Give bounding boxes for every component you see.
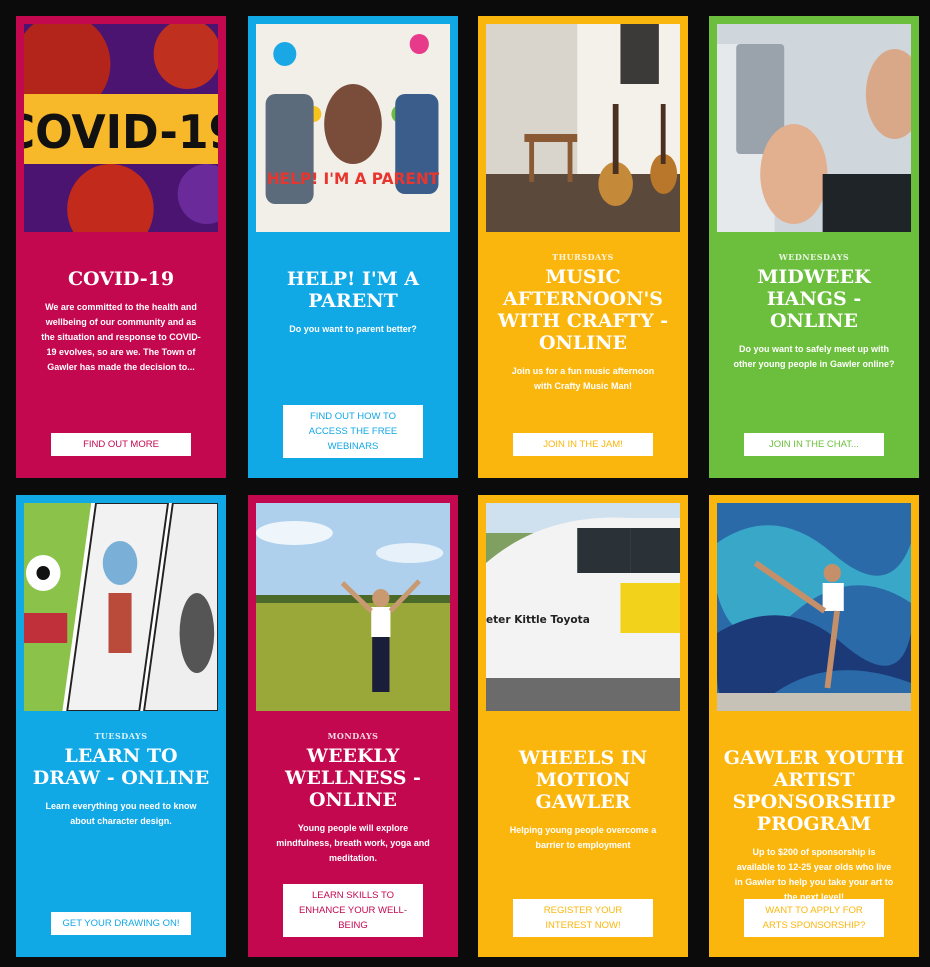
help-parent-image[interactable]: HELP! I'M A PARENT (256, 24, 450, 232)
card-description: Young people will explore mindfulness, b… (276, 823, 430, 863)
card-description: Helping young people overcome a barrier … (509, 825, 657, 850)
apply-arts-sponsorship-button[interactable]: WANT TO APPLY FOR ARTS SPONSORSHIP? (744, 899, 884, 937)
card-title: WHEELS IN MOTION GAWLER (518, 747, 648, 813)
tablet-user-image[interactable] (717, 24, 911, 232)
register-interest-button[interactable]: REGISTER YOUR INTEREST NOW! (513, 899, 653, 937)
card-music-afternoon[interactable]: THURSDAYS MUSIC AFTERNOON'S WITH CRAFTY … (478, 16, 688, 478)
find-out-more-button[interactable]: FIND OUT MORE (51, 433, 191, 456)
driving-school-car-image[interactable]: Peter Kittle Toyota (486, 503, 680, 711)
covid19-image[interactable]: COVID-19 (24, 24, 218, 232)
card-wheels-in-motion[interactable]: Peter Kittle Toyota WHEELS IN MOTION GAW… (478, 495, 688, 957)
card-description: We are committed to the health and wellb… (41, 302, 201, 372)
card-midweek-hangs[interactable]: WEDNESDAYS MIDWEEK HANGS - ONLINE Do you… (709, 16, 919, 478)
card-description: Do you want to safely meet up with other… (733, 344, 895, 369)
card-title: MIDWEEK HANGS - ONLINE (757, 266, 871, 332)
yoga-field-image[interactable] (256, 503, 450, 711)
covid19-image-text: COVID-19 (24, 105, 218, 159)
card-title: COVID-19 (67, 268, 175, 290)
card-kicker: THURSDAYS (552, 252, 614, 262)
card-learn-to-draw[interactable]: TUESDAYS LEARN TO DRAW - ONLINE Learn ev… (16, 495, 226, 957)
card-kicker: TUESDAYS (94, 731, 148, 741)
card-description: Learn everything you need to know about … (45, 801, 197, 826)
card-youth-artist-sponsorship[interactable]: GAWLER YOUTH ARTIST SPONSORSHIP PROGRAM … (709, 495, 919, 957)
card-help-im-a-parent[interactable]: HELP! I'M A PARENT HELP! I'M A PARENT Do… (248, 16, 458, 478)
card-description: Do you want to parent better? (289, 324, 417, 334)
card-covid19[interactable]: COVID-19 COVID-19 We are committed to th… (16, 16, 226, 478)
card-weekly-wellness[interactable]: MONDAYS WEEKLY WELLNESS - ONLINE Young p… (248, 495, 458, 957)
car-sponsor-text: Peter Kittle Toyota (486, 613, 590, 626)
card-title: WEEKLY WELLNESS - ONLINE (285, 745, 421, 811)
join-the-jam-button[interactable]: JOIN IN THE JAM! (513, 433, 653, 456)
card-description: Up to $200 of sponsorship is available t… (734, 847, 894, 902)
card-title: LEARN TO DRAW - ONLINE (32, 745, 210, 789)
help-parent-image-text: HELP! I'M A PARENT (267, 169, 440, 188)
access-webinars-button[interactable]: FIND OUT HOW TO ACCESS THE FREE WEBINARS (283, 405, 423, 458)
join-the-chat-button[interactable]: JOIN IN THE CHAT... (744, 433, 884, 456)
guitars-room-image[interactable] (486, 24, 680, 232)
dancer-mural-image[interactable] (717, 503, 911, 711)
character-drawing-image[interactable] (24, 503, 218, 711)
learn-wellbeing-skills-button[interactable]: LEARN SKILLS TO ENHANCE YOUR WELL-BEING (283, 884, 423, 937)
card-description: Join us for a fun music afternoon with C… (511, 366, 655, 391)
card-kicker: WEDNESDAYS (778, 252, 850, 262)
get-drawing-button[interactable]: GET YOUR DRAWING ON! (51, 912, 191, 935)
card-title: HELP! I'M A PARENT (286, 268, 420, 312)
event-card-grid: COVID-19 COVID-19 We are committed to th… (0, 0, 930, 967)
card-title: GAWLER YOUTH ARTIST SPONSORSHIP PROGRAM (723, 747, 905, 835)
card-title: MUSIC AFTERNOON'S WITH CRAFTY - ONLINE (497, 266, 669, 354)
card-kicker: MONDAYS (327, 731, 379, 741)
